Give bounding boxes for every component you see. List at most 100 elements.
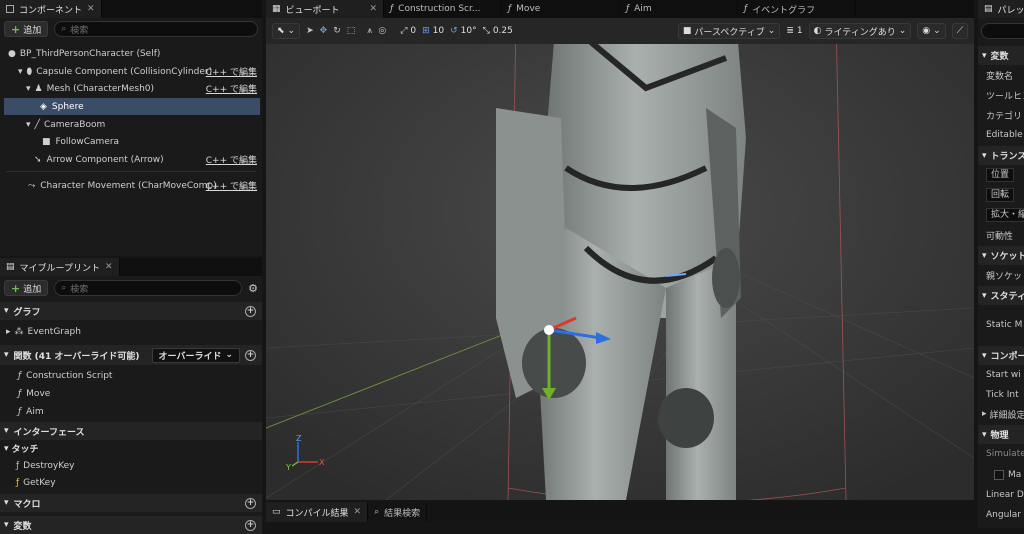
row-mass[interactable]: Ma [978, 466, 1021, 484]
components-toolbar: + 追加 ⌕ 検索 [4, 21, 258, 39]
chevron-right-icon: ▸ [6, 326, 11, 337]
interface-item[interactable]: ƒ GetKey [0, 474, 56, 491]
section-label: スタティック [990, 292, 1024, 302]
chevron-down-icon: ▾ [982, 250, 987, 261]
row-location[interactable]: 位置 [978, 166, 1015, 184]
details-search-input[interactable] [981, 23, 1024, 39]
tab-move[interactable]: ƒ Move [502, 0, 620, 18]
close-icon[interactable]: ✕ [354, 507, 362, 517]
component-mesh[interactable]: ▾ ♟ Mesh (CharacterMesh0) C++ で編集 [0, 80, 262, 97]
edit-cpp-link[interactable]: C++ で編集 [206, 179, 257, 192]
close-icon[interactable]: ✕ [87, 4, 95, 14]
graph-item-eventgraph[interactable]: ▸ ⁂ EventGraph [0, 323, 81, 340]
angle-snap-toggle[interactable]: ↺ 10° [450, 26, 477, 36]
axis-x-label: X [319, 458, 325, 467]
mass-checkbox[interactable] [994, 470, 1004, 480]
component-label: Mesh (CharacterMesh0) [46, 83, 155, 94]
section-functions-label: 関数 (41 オーバーライド可能) [13, 351, 140, 362]
chevron-down-icon: ▾ [4, 350, 9, 360]
function-item[interactable]: ƒ Aim [0, 403, 44, 420]
tab-palette[interactable]: ▤ パレット [978, 0, 1024, 18]
components-search-input[interactable]: ⌕ 検索 [54, 21, 258, 37]
section-interface[interactable]: ▾ インターフェース [0, 422, 262, 440]
function-icon: ƒ [18, 406, 22, 417]
tab-construction-script[interactable]: ƒ Construction Scr... [384, 0, 502, 18]
add-function-button[interactable]: + [245, 349, 256, 361]
show-dropdown[interactable]: ◉ ⌄ [917, 23, 946, 39]
section-sockets[interactable]: ▾ ソケット [978, 246, 1024, 265]
section-transform[interactable]: ▾トランスフォーム [978, 146, 1024, 165]
component-sphere[interactable]: ◈ Sphere [4, 98, 260, 115]
rotate-tool-icon[interactable]: ↻ [333, 26, 341, 36]
tab-event-graph[interactable]: ƒ イベントグラフ [738, 0, 856, 18]
component-charmove[interactable]: ⤳ Character Movement (CharMoveComp) C++ … [0, 177, 262, 194]
lighting-dropdown[interactable]: ◐ ライティングあり ⌄ [808, 23, 912, 39]
viewport[interactable]: ⬉ ⌄ ➤ ✥ ↻ ⬚ ⩚ ◎ ⤢ 0 ⊞ 10 ↺ 10° ⤡ 0.25 ■ パ… [266, 18, 974, 500]
add-variable-button[interactable]: + [245, 519, 256, 531]
function-icon: ƒ [18, 388, 22, 399]
add-macro-button[interactable]: + [245, 497, 256, 509]
viewport-settings-button[interactable]: ⟋ [951, 23, 968, 39]
component-capsule[interactable]: ▾ ⬮ Capsule Component (CollisionCylinder… [0, 63, 262, 80]
section-variable[interactable]: ▾ 変数 [978, 46, 1024, 65]
surface-snap-icon[interactable]: ⩚ [367, 26, 372, 36]
viewport-scene [266, 18, 974, 500]
transform-mode-dropdown[interactable]: ⬉ ⌄ [272, 23, 301, 39]
grid-snap-toggle[interactable]: ⊞ 10 [422, 26, 444, 36]
edit-cpp-link[interactable]: C++ で編集 [206, 82, 257, 95]
rotation-snap-toggle[interactable]: ⤢ 0 [400, 26, 416, 36]
blueprint-search-input[interactable]: ⌕ 検索 [54, 280, 243, 296]
tab-label: Move [516, 4, 541, 14]
row-rotation[interactable]: 回転 [978, 186, 1015, 204]
section-variables[interactable]: ▾ 変数 + [0, 516, 262, 534]
interface-category[interactable]: ▾ タッチ [0, 440, 39, 457]
add-graph-button[interactable]: + [245, 305, 256, 317]
move-tool-icon[interactable]: ✥ [320, 26, 328, 36]
chevron-down-icon: ⌄ [767, 26, 776, 36]
location-dropdown[interactable]: 位置 [986, 168, 1015, 182]
add-component-label: 追加 [23, 25, 42, 36]
close-icon[interactable]: ✕ [369, 4, 377, 14]
scale-snap-toggle[interactable]: ⤡ 0.25 [483, 26, 513, 36]
tab-find-results[interactable]: ⌕ 結果検索 [368, 502, 428, 522]
gear-icon[interactable]: ⚙ [248, 282, 258, 295]
camera-speed-value: 1 [796, 26, 803, 36]
section-physics[interactable]: ▾ 物理 [978, 425, 1024, 444]
view-mode-dropdown[interactable]: ■ パースペクティブ ⌄ [677, 23, 781, 39]
add-component-button[interactable]: + 追加 [4, 21, 49, 37]
tab-aim[interactable]: ƒ Aim [620, 0, 738, 18]
coordinate-icon[interactable]: ◎ [378, 26, 386, 36]
component-root[interactable]: ● BP_ThirdPersonCharacter (Self) [0, 45, 160, 62]
function-item[interactable]: ƒ Move [0, 385, 50, 402]
angle-snap-icon: ↺ [450, 26, 458, 36]
component-arrow[interactable]: ➘ Arrow Component (Arrow) C++ で編集 [0, 151, 262, 168]
section-macros[interactable]: ▾ マクロ + [0, 494, 262, 512]
close-icon[interactable]: ✕ [105, 262, 113, 272]
component-cameraboom[interactable]: ▾ ╱ CameraBoom [0, 116, 105, 133]
tab-components[interactable]: コンポーネント ✕ [0, 0, 102, 18]
rotation-dropdown[interactable]: 回転 [986, 188, 1015, 202]
select-tool-icon[interactable]: ➤ [306, 26, 314, 36]
component-followcamera[interactable]: ■ FollowCamera [0, 133, 119, 150]
edit-cpp-link[interactable]: C++ で編集 [206, 65, 257, 78]
interface-item[interactable]: ƒ DestroyKey [0, 457, 75, 474]
override-dropdown[interactable]: オーバーライド ⌄ [151, 347, 240, 363]
tab-viewport[interactable]: ▦ ビューポート ✕ [266, 0, 384, 18]
section-static[interactable]: ▾スタティック [978, 286, 1024, 305]
section-components[interactable]: ▾コンポーネント [978, 346, 1024, 365]
scale-dropdown[interactable]: 拡大・縮小 [986, 208, 1024, 222]
function-item[interactable]: ƒ Construction Script [0, 367, 112, 384]
tab-my-blueprint[interactable]: ▤ マイブループリント ✕ [0, 258, 120, 276]
edit-cpp-link[interactable]: C++ で編集 [206, 153, 257, 166]
row-advanced[interactable]: ▸ 詳細設定 [978, 405, 1024, 423]
section-graph[interactable]: ▾ グラフ + [0, 302, 262, 320]
section-functions[interactable]: ▾ 関数 (41 オーバーライド可能) オーバーライド ⌄ + [0, 345, 262, 365]
scale-tool-icon[interactable]: ⬚ [347, 26, 356, 36]
add-blueprint-button[interactable]: + 追加 [4, 280, 49, 296]
camera-speed-button[interactable]: ≣ 1 [786, 26, 802, 36]
viewport-toolbar: ⬉ ⌄ ➤ ✥ ↻ ⬚ ⩚ ◎ ⤢ 0 ⊞ 10 ↺ 10° ⤡ 0.25 ■ パ… [266, 18, 974, 44]
chevron-down-icon: ▾ [982, 290, 987, 301]
row-scale[interactable]: 拡大・縮小 [978, 206, 1024, 224]
tab-compile-results[interactable]: ▭ コンパイル結果 ✕ [266, 502, 369, 522]
components-panel: コンポーネント ✕ + 追加 ⌕ 検索 ● BP_ThirdPersonChar… [0, 0, 262, 256]
